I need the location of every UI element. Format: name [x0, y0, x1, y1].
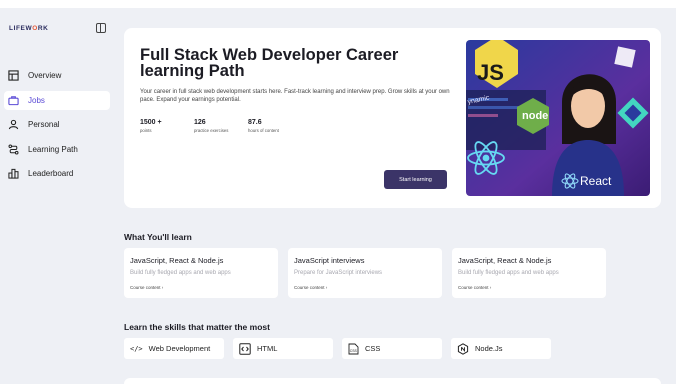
sidebar-item-label: Leaderboard [28, 169, 74, 178]
css-icon: CSS [348, 343, 359, 355]
learn-section-title: What You'll learn [124, 232, 192, 242]
skills-section-title: Learn the skills that matter the most [124, 322, 270, 332]
top-bar [0, 0, 676, 8]
html-icon [239, 342, 251, 355]
sidebar-item-overview[interactable]: Overview [4, 66, 110, 85]
nodejs-icon [457, 342, 469, 355]
course-content-link[interactable]: Course content › [458, 285, 600, 290]
sidebar-item-label: Overview [28, 71, 62, 80]
stat-label: practice exercises [194, 128, 229, 133]
course-subtitle: Build fully fledged apps and web apps [458, 270, 559, 276]
sidebar-collapse-icon[interactable] [96, 23, 106, 33]
course-title: JavaScript, React & Node.js [130, 256, 224, 265]
node-label: node [522, 110, 548, 122]
stat-value: 126 [194, 119, 206, 126]
stat-value: 87.6 [248, 119, 262, 126]
skill-html[interactable]: HTML [233, 338, 333, 359]
briefcase-icon [8, 95, 19, 105]
skill-css[interactable]: CSS CSS [342, 338, 442, 359]
bottom-card [124, 378, 661, 384]
js-badge: JS [477, 60, 504, 85]
sidebar-nav: Overview Jobs Personal Learning Path Lea… [4, 66, 110, 189]
start-learning-button[interactable]: Start learning [384, 170, 447, 189]
course-title: JavaScript, React & Node.js [458, 256, 552, 265]
sidebar-item-label: Jobs [28, 95, 45, 105]
skill-web-development[interactable]: </> Web Development [124, 338, 224, 359]
course-card[interactable]: JavaScript, React & Node.js Build fully … [124, 248, 278, 298]
skill-label: CSS [365, 344, 381, 353]
sidebar-item-jobs[interactable]: Jobs [4, 90, 110, 110]
course-subtitle: Build fully fledged apps and web apps [130, 270, 231, 276]
hero-description: Your career in full stack web developmen… [140, 89, 450, 103]
skill-nodejs[interactable]: Node.Js [451, 338, 551, 359]
course-subtitle: Prepare for JavaScript interviews [294, 270, 383, 276]
sidebar: LIFEWORK Overview Jobs Personal Learning… [0, 8, 118, 384]
sidebar-item-label: Personal [28, 120, 60, 129]
hero-title: Full Stack Web Developer Career learning… [140, 46, 399, 80]
stat-value: 1500 + [140, 119, 162, 126]
user-icon [8, 119, 19, 130]
course-card[interactable]: JavaScript interviews Prepare for JavaSc… [288, 248, 442, 298]
sidebar-item-learning-path[interactable]: Learning Path [4, 140, 110, 159]
logo: LIFEWORK [9, 25, 49, 32]
sidebar-item-leaderboard[interactable]: Leaderboard [4, 164, 110, 183]
stat-exercises: 126 practice exercises [194, 119, 228, 133]
sidebar-item-label: Learning Path [28, 144, 78, 154]
course-card[interactable]: JavaScript, React & Node.js Build fully … [452, 248, 606, 298]
stat-label: points [140, 128, 152, 133]
route-icon [8, 144, 19, 154]
skill-label: Node.Js [475, 344, 503, 353]
podium-icon [8, 168, 19, 179]
skill-label: HTML [257, 344, 278, 353]
course-title: JavaScript interviews [294, 256, 365, 265]
stat-hours: 87.6 hours of content [248, 119, 279, 133]
hero-image: ynamic JS node React [466, 40, 650, 196]
course-content-link[interactable]: Course content › [294, 285, 436, 290]
layout-icon [8, 70, 19, 81]
skill-label: Web Development [148, 344, 211, 353]
react-shirt-label: React [580, 174, 612, 188]
sidebar-item-personal[interactable]: Personal [4, 115, 110, 134]
course-content-link[interactable]: Course content › [130, 285, 272, 290]
stat-points: 1500 + points [140, 119, 162, 133]
stat-label: hours of content [248, 128, 279, 133]
code-brackets-icon: </> [130, 344, 143, 353]
svg-text:CSS: CSS [350, 349, 358, 353]
